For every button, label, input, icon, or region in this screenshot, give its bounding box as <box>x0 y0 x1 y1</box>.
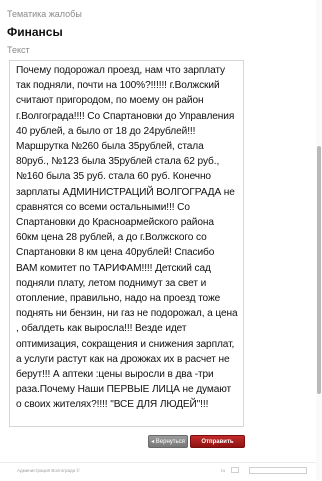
complaint-page: Тематика жалобы Финансы Текст Почему под… <box>0 0 316 481</box>
footer-toggle-icon[interactable] <box>231 467 239 473</box>
topic-label: Тематика жалобы <box>7 9 82 19</box>
footer-search-input[interactable] <box>249 467 307 474</box>
footer: Администрация Волгограда © ru <box>0 462 316 481</box>
text-label: Текст <box>7 45 30 55</box>
send-complaint-button[interactable]: Отправить жалобу <box>190 435 245 458</box>
page-scrollbar[interactable] <box>316 0 322 480</box>
footer-language[interactable]: ru <box>221 468 225 473</box>
complaint-text-box[interactable]: Почему подорожал проезд, нам что зарплат… <box>9 60 244 427</box>
back-button[interactable]: ◂ Вернуться <box>148 435 188 448</box>
footer-copyright: Администрация Волгограда © <box>17 468 80 473</box>
complaint-text: Почему подорожал проезд, нам что зарплат… <box>16 65 238 411</box>
scrollbar-thumb[interactable] <box>317 146 321 394</box>
topic-value: Финансы <box>7 25 63 39</box>
